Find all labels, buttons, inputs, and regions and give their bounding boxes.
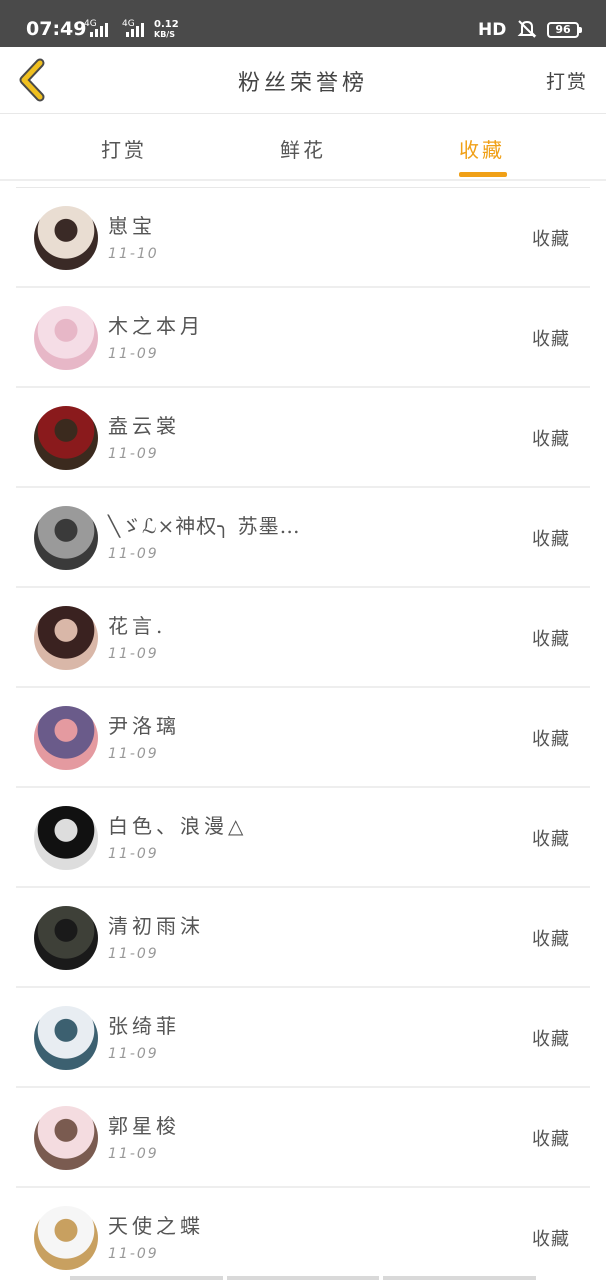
avatar[interactable] bbox=[34, 1006, 98, 1070]
user-name: 盍云裳 bbox=[108, 414, 180, 438]
avatar[interactable] bbox=[34, 606, 98, 670]
action-label: 收藏 bbox=[532, 329, 570, 350]
list-item[interactable]: ╲ゞℒ×神权╮ 苏墨… 11-09 收藏 bbox=[16, 488, 590, 588]
avatar[interactable] bbox=[34, 806, 98, 870]
avatar[interactable] bbox=[34, 406, 98, 470]
action-label: 收藏 bbox=[532, 929, 570, 950]
user-name: 崽宝 bbox=[108, 214, 156, 238]
avatar[interactable] bbox=[34, 306, 98, 370]
tip-button[interactable]: 打赏 bbox=[546, 67, 588, 94]
network-speed: 0.12 KB/S bbox=[154, 19, 179, 40]
item-date: 11-09 bbox=[108, 346, 159, 362]
item-date: 11-09 bbox=[108, 1046, 159, 1062]
user-name: 尹洛璃 bbox=[108, 714, 180, 738]
list-item[interactable]: 盍云裳 11-09 收藏 bbox=[16, 388, 590, 488]
status-bar: 07:49 4G 4G 0.12 KB/S HD 96 bbox=[0, 0, 606, 47]
battery-icon: 96 bbox=[547, 22, 582, 38]
avatar[interactable] bbox=[34, 1206, 98, 1270]
user-name: ╲ゞℒ×神权╮ 苏墨… bbox=[108, 514, 301, 538]
tab-active-indicator bbox=[459, 172, 507, 177]
action-label: 收藏 bbox=[532, 1229, 570, 1250]
action-label: 收藏 bbox=[532, 729, 570, 750]
action-label: 收藏 bbox=[532, 529, 570, 550]
item-date: 11-09 bbox=[108, 646, 159, 662]
item-date: 11-09 bbox=[108, 546, 159, 562]
tab-favorites[interactable]: 收藏 bbox=[442, 134, 522, 163]
tab-flowers[interactable]: 鲜花 bbox=[263, 134, 343, 163]
avatar[interactable] bbox=[34, 906, 98, 970]
item-date: 11-09 bbox=[108, 846, 159, 862]
item-date: 11-09 bbox=[108, 946, 159, 962]
user-name: 白色、浪漫△ bbox=[108, 814, 248, 838]
list-item[interactable]: 清初雨沫 11-09 收藏 bbox=[16, 888, 590, 988]
item-date: 11-09 bbox=[108, 746, 159, 762]
list-item[interactable]: 崽宝 11-10 收藏 bbox=[16, 188, 590, 288]
action-label: 收藏 bbox=[532, 829, 570, 850]
list-item[interactable]: 花言. 11-09 收藏 bbox=[16, 588, 590, 688]
avatar[interactable] bbox=[34, 506, 98, 570]
item-date: 11-09 bbox=[108, 446, 159, 462]
list-item[interactable]: 白色、浪漫△ 11-09 收藏 bbox=[16, 788, 590, 888]
action-label: 收藏 bbox=[532, 229, 570, 250]
tab-bar: 打赏 鲜花 收藏 bbox=[0, 114, 606, 181]
action-label: 收藏 bbox=[532, 1129, 570, 1150]
bottom-scroll-hint bbox=[70, 1276, 537, 1280]
item-date: 11-09 bbox=[108, 1246, 159, 1262]
list-item[interactable]: 张绮菲 11-09 收藏 bbox=[16, 988, 590, 1088]
signal-icon-2 bbox=[126, 21, 144, 37]
user-name: 花言. bbox=[108, 614, 167, 638]
mute-icon bbox=[517, 20, 537, 38]
list-item[interactable]: 天使之蝶 11-09 收藏 bbox=[16, 1188, 590, 1280]
status-time: 07:49 bbox=[26, 18, 87, 40]
action-label: 收藏 bbox=[532, 429, 570, 450]
list-item[interactable]: 尹洛璃 11-09 收藏 bbox=[16, 688, 590, 788]
item-date: 11-10 bbox=[108, 246, 159, 262]
action-label: 收藏 bbox=[532, 629, 570, 650]
user-name: 木之本月 bbox=[108, 314, 204, 338]
avatar[interactable] bbox=[34, 706, 98, 770]
item-date: 11-09 bbox=[108, 1146, 159, 1162]
tab-tip[interactable]: 打赏 bbox=[84, 134, 164, 163]
user-name: 天使之蝶 bbox=[108, 1214, 204, 1238]
user-name: 清初雨沫 bbox=[108, 914, 204, 938]
list-item[interactable]: 木之本月 11-09 收藏 bbox=[16, 288, 590, 388]
signal-icon-1 bbox=[90, 21, 108, 37]
hd-indicator: HD bbox=[478, 20, 507, 40]
action-label: 收藏 bbox=[532, 1029, 570, 1050]
list-item[interactable]: 郭星梭 11-09 收藏 bbox=[16, 1088, 590, 1188]
nav-header: 粉丝荣誉榜 打赏 bbox=[0, 47, 606, 114]
fan-list: 崽宝 11-10 收藏 木之本月 11-09 收藏 盍云裳 11-09 收藏 ╲… bbox=[16, 187, 590, 1280]
page-title: 粉丝荣誉榜 bbox=[237, 71, 368, 96]
avatar[interactable] bbox=[34, 206, 98, 270]
avatar[interactable] bbox=[34, 1106, 98, 1170]
user-name: 张绮菲 bbox=[108, 1014, 180, 1038]
user-name: 郭星梭 bbox=[108, 1114, 180, 1138]
